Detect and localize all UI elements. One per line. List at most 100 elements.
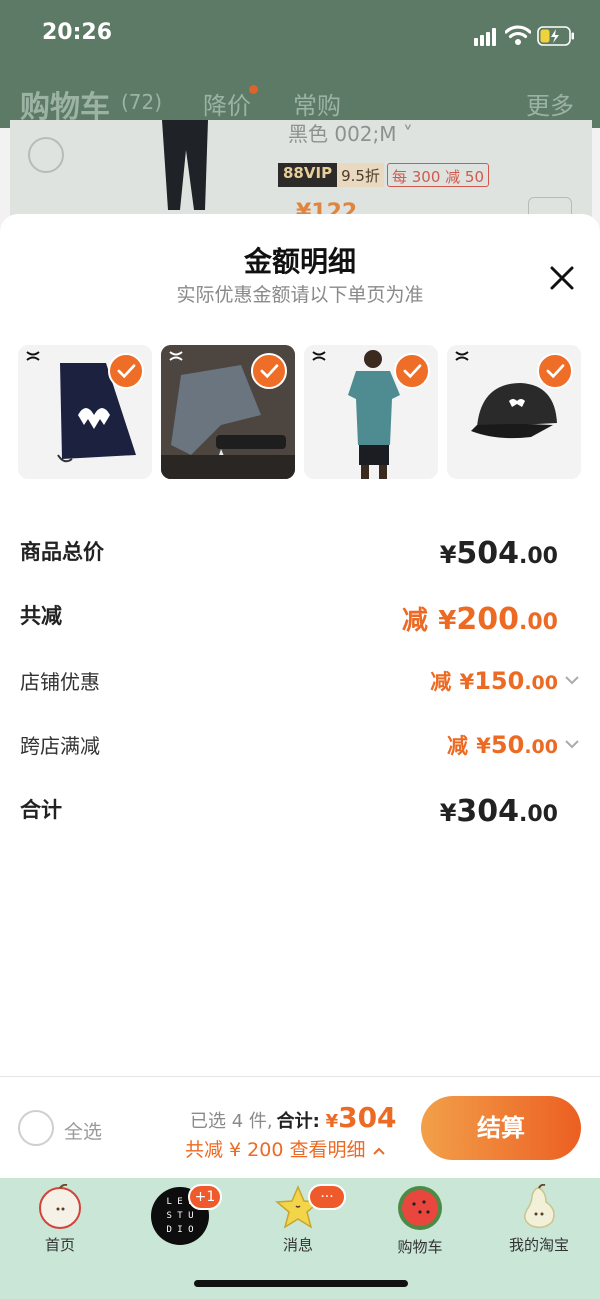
amount-dec: .00 — [524, 736, 558, 758]
currency-symbol: ¥ — [439, 541, 457, 569]
tab-cart-nav[interactable]: 购物车 — [370, 1184, 470, 1256]
vip-badge: 88VIP 9.5折 — [278, 163, 384, 187]
checkout-button[interactable]: 结算 — [421, 1096, 581, 1160]
grand-total-label: 合计 — [20, 798, 62, 822]
cross-store-value: 减 ¥50.00 — [447, 730, 558, 760]
grand-total-value: ¥304.00 — [440, 794, 558, 829]
selected-count: 已选 4 件, — [190, 1111, 273, 1132]
currency-symbol: ¥ — [438, 606, 457, 636]
product-thumb-pants[interactable] — [161, 345, 295, 479]
close-icon[interactable] — [544, 260, 580, 296]
currency-symbol: ¥ — [325, 1111, 339, 1132]
amount-dec: .00 — [524, 672, 558, 694]
shop-discount-label: 店铺优惠 — [20, 670, 100, 694]
sheet-title: 金额明细 — [243, 245, 356, 278]
view-detail-label: 查看明细 — [289, 1139, 366, 1161]
product-thumb-bag[interactable] — [18, 345, 152, 479]
vip-label: 88VIP — [278, 163, 338, 187]
vip-discount: 9.5折 — [337, 163, 384, 187]
amount-int: 304 — [456, 794, 520, 829]
tab-messages-label: 消息 — [282, 1236, 313, 1254]
row-total-reduction: 共减 减 ¥200.00 — [20, 600, 580, 640]
tab-home[interactable]: 首页 — [10, 1184, 110, 1254]
checkmark-icon — [108, 353, 144, 389]
view-detail-toggle[interactable]: 共减 ¥ 200 查看明细 — [185, 1135, 386, 1162]
more-button[interactable]: 更多 — [526, 86, 574, 121]
amount-int: 50 — [490, 731, 525, 759]
notification-dot — [249, 85, 258, 94]
reduction-prefix: 减 — [446, 734, 468, 758]
status-bar: 20:26 — [0, 0, 600, 70]
tab-messages[interactable]: 消息 ··· — [248, 1184, 348, 1254]
cart-item-sku[interactable]: 黑色 002;M ˅ — [288, 118, 413, 147]
tab-home-label: 首页 — [44, 1236, 75, 1254]
total-goods-label: 商品总价 — [20, 540, 104, 564]
currency-symbol: ¥ — [476, 734, 491, 758]
checkmark-icon — [537, 353, 573, 389]
svg-text:S T U: S T U — [166, 1211, 193, 1221]
brand-logo-icon — [169, 351, 183, 361]
notification-badge: +1 — [188, 1184, 222, 1210]
wifi-icon — [505, 25, 531, 45]
select-all-checkbox[interactable] — [18, 1110, 54, 1146]
reduction-summary: 共减 ¥ 200 — [185, 1139, 284, 1161]
tab-left-studio[interactable]: L E F S T U D I O +1 — [130, 1184, 230, 1254]
total-label: 合计: — [276, 1111, 320, 1132]
amount-int: 150 — [474, 667, 525, 695]
header-bar: 20:26 购物车 (72) 降价 常购 更多 — [0, 0, 600, 128]
row-cross-store[interactable]: 跨店满减 减 ¥50.00 — [20, 730, 580, 770]
selected-products — [18, 345, 582, 479]
select-all-label[interactable]: 全选 — [64, 1117, 102, 1144]
pants-thumbnail-icon — [162, 120, 208, 210]
chevron-down-icon[interactable] — [564, 738, 580, 750]
brand-logo-icon — [312, 351, 326, 361]
brand-logo-icon — [455, 351, 469, 361]
tab-price-drop[interactable]: 降价 — [203, 86, 251, 121]
product-thumb-cap[interactable] — [447, 345, 581, 479]
tab-cart-nav-label: 购物车 — [397, 1238, 443, 1256]
home-indicator — [194, 1280, 408, 1287]
amount-dec: .00 — [519, 610, 558, 635]
chevron-down-icon[interactable] — [564, 674, 580, 686]
cellular-signal-icon — [474, 28, 500, 46]
reduction-prefix: 减 — [430, 670, 452, 694]
amount-int: 504 — [456, 536, 520, 571]
total-goods-value: ¥504.00 — [440, 536, 558, 571]
brand-logo-icon — [26, 351, 40, 361]
amount-dec: .00 — [519, 802, 558, 827]
chevron-up-icon — [372, 1147, 385, 1155]
tab-frequent[interactable]: 常购 — [293, 86, 341, 121]
shop-discount-value: 减 ¥150.00 — [430, 666, 558, 696]
sheet-subtitle: 实际优惠金额请以下单页为准 — [176, 284, 424, 306]
total-reduction-value: 减 ¥200.00 — [402, 600, 558, 637]
amount-dec: .00 — [519, 544, 558, 569]
amount-detail-sheet: 金额明细 实际优惠金额请以下单页为准 商品总价 ¥504.00 共减 减 ¥20… — [0, 214, 600, 1076]
currency-symbol: ¥ — [459, 670, 475, 694]
selected-summary: 已选 4 件, 合计: ¥304 — [190, 1101, 397, 1134]
tab-my-taobao[interactable]: 我的淘宝 — [489, 1184, 589, 1254]
tab-my-taobao-label: 我的淘宝 — [508, 1236, 569, 1254]
reduction-prefix: 减 — [401, 606, 428, 636]
promo-tag: 每 300 减 50 — [387, 163, 490, 187]
total-reduction-label: 共减 — [20, 604, 62, 628]
watermelon-icon — [398, 1186, 442, 1230]
amount-int: 200 — [456, 602, 520, 637]
battery-charging-icon — [537, 26, 574, 46]
row-total-goods: 商品总价 ¥504.00 — [20, 536, 580, 576]
row-grand-total: 合计 ¥304.00 — [20, 794, 580, 834]
checkout-bar: 全选 已选 4 件, 合计: ¥304 共减 ¥ 200 查看明细 结算 — [0, 1076, 600, 1178]
checkmark-icon — [394, 353, 430, 389]
tab-cart-count: (72) — [121, 90, 163, 114]
pear-icon — [524, 1184, 555, 1229]
status-time: 20:26 — [42, 20, 113, 45]
apple-icon — [39, 1184, 81, 1229]
checkmark-icon — [251, 353, 287, 389]
cross-store-label: 跨店满减 — [20, 734, 100, 758]
row-shop-discount[interactable]: 店铺优惠 减 ¥150.00 — [20, 666, 580, 706]
total-amount: 304 — [338, 1101, 397, 1134]
currency-symbol: ¥ — [439, 799, 457, 827]
product-thumb-tshirt[interactable] — [304, 345, 438, 479]
message-badge: ··· — [308, 1184, 346, 1210]
cart-item-checkbox[interactable] — [28, 137, 64, 173]
svg-text:D I O: D I O — [166, 1225, 193, 1235]
